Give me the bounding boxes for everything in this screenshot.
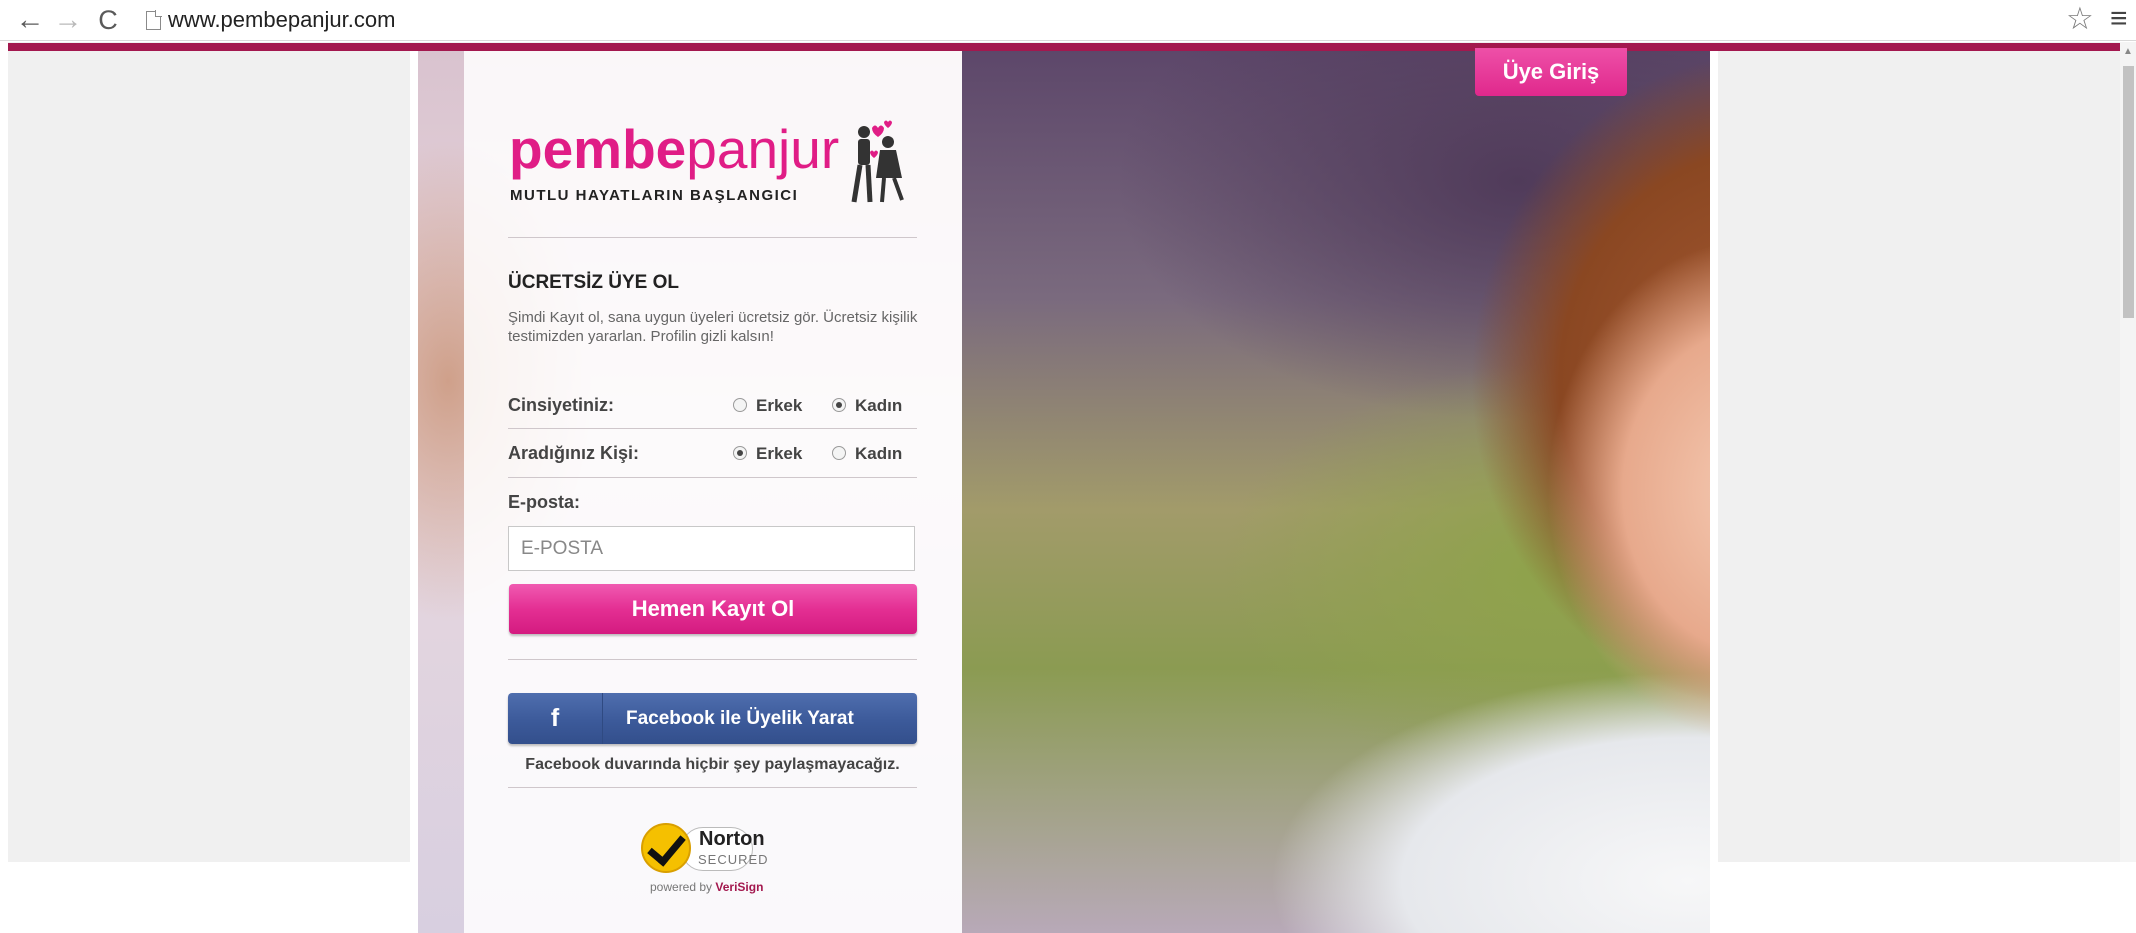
powered-prefix: powered by — [650, 880, 713, 894]
divider — [508, 477, 917, 478]
seeking-female-radio[interactable] — [832, 446, 846, 460]
bookmark-star-icon[interactable]: ☆ — [2066, 2, 2094, 36]
signup-description: Şimdi Kayıt ol, sana uygun üyeleri ücret… — [508, 309, 918, 345]
top-accent-bar — [8, 43, 2120, 51]
browser-menu-icon[interactable]: ≡ — [2110, 2, 2128, 36]
facebook-icon: f — [508, 693, 603, 744]
member-login-button[interactable]: Üye Giriş — [1475, 48, 1627, 96]
signup-title: ÜCRETSİZ ÜYE OL — [508, 272, 680, 293]
couple-logo-icon — [851, 120, 904, 203]
register-button[interactable]: Hemen Kayıt Ol — [509, 584, 917, 634]
email-input[interactable] — [508, 526, 915, 571]
verisign-brand: VeriSign — [715, 880, 764, 894]
seeking-female-label[interactable]: Kadın — [855, 444, 902, 464]
logo-light-text: panjur — [686, 118, 840, 180]
facebook-note: Facebook duvarında hiçbir şey paylaşmaya… — [525, 756, 900, 773]
scroll-up-arrow-icon[interactable]: ▲ — [2120, 46, 2136, 60]
powered-by-verisign: powered by VeriSign — [650, 880, 763, 894]
address-bar[interactable]: www.pembepanjur.com — [138, 3, 2088, 37]
facebook-signup-button[interactable]: f Facebook ile Üyelik Yarat — [508, 693, 917, 744]
logo-bold-text: pembe — [509, 118, 687, 180]
email-label: E-posta: — [508, 492, 580, 512]
norton-secured-text: SECURED — [698, 852, 769, 867]
forward-arrow-icon[interactable]: → — [52, 4, 84, 36]
gender-male-label[interactable]: Erkek — [756, 396, 802, 416]
gender-male-radio[interactable] — [733, 398, 747, 412]
norton-checkmark-icon — [641, 823, 691, 873]
seeking-male-radio[interactable] — [733, 446, 747, 460]
norton-name: Norton — [699, 828, 765, 850]
logo-tagline: MUTLU HAYATLARIN BAŞLANGICI — [510, 187, 799, 204]
divider — [508, 787, 917, 788]
norton-secured-badge[interactable]: Norton SECURED — [641, 815, 768, 875]
seeking-label: Aradığınız Kişi: — [508, 443, 640, 463]
gender-label: Cinsiyetiniz: — [508, 395, 615, 415]
divider — [508, 659, 917, 660]
seeking-male-label[interactable]: Erkek — [756, 444, 802, 464]
scrollbar-thumb[interactable] — [2123, 66, 2134, 318]
gender-female-label[interactable]: Kadın — [855, 396, 902, 416]
divider — [508, 237, 917, 238]
url-text[interactable]: www.pembepanjur.com — [168, 6, 395, 34]
browser-toolbar: ← → C www.pembepanjur.com ☆ ≡ — [0, 0, 2136, 41]
page-icon — [146, 10, 162, 30]
gender-female-radio[interactable] — [832, 398, 846, 412]
reload-icon[interactable]: C — [92, 4, 124, 36]
divider — [508, 428, 917, 429]
back-arrow-icon[interactable]: ← — [14, 4, 46, 36]
site-logo[interactable]: pembepanjur — [509, 118, 839, 180]
facebook-button-label: Facebook ile Üyelik Yarat — [626, 708, 854, 729]
